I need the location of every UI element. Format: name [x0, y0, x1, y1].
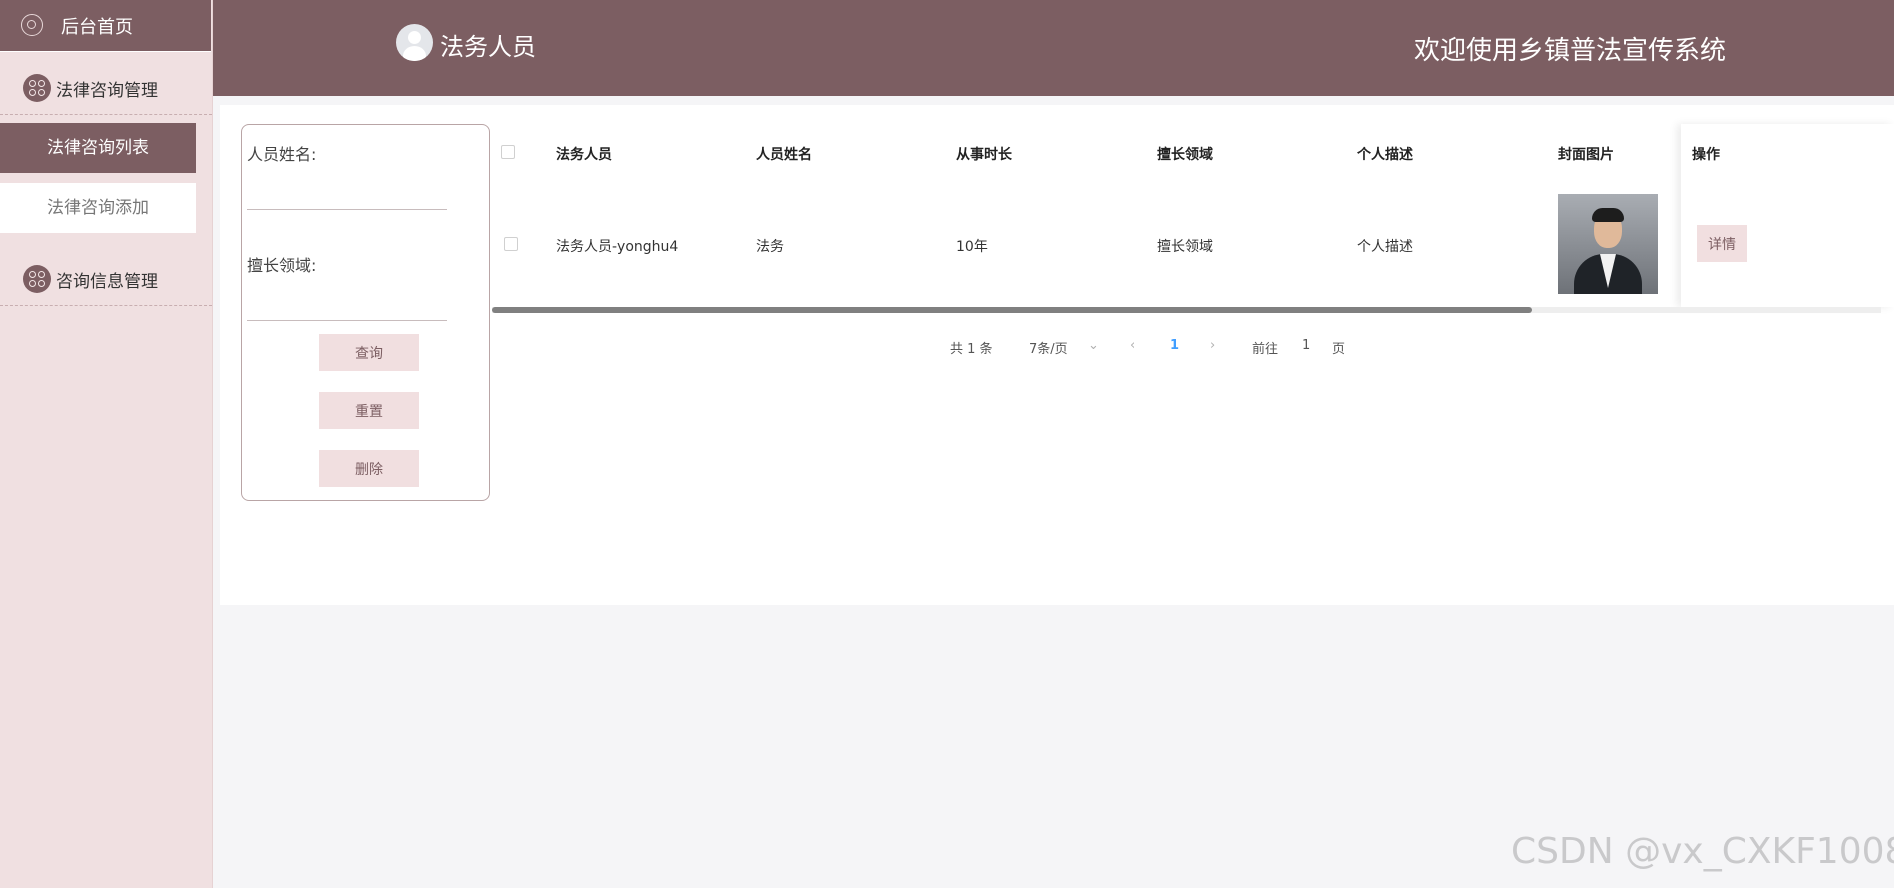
pagination-total: 共 1 条 [950, 342, 993, 357]
sidebar-item-consult-list[interactable]: 法律咨询列表 [0, 123, 196, 173]
detail-button[interactable]: 详情 [1697, 225, 1747, 262]
cell-duration: 10年 [956, 239, 988, 255]
grid-icon [23, 74, 51, 102]
cell-field: 擅长领域 [1157, 239, 1213, 255]
name-label: 人员姓名: [247, 145, 317, 164]
page-number-current[interactable]: 1 [1170, 338, 1179, 353]
column-header: 法务人员 [556, 147, 612, 163]
cell-name: 法务 [756, 239, 784, 255]
sidebar-group-consult-info[interactable]: 咨询信息管理 [0, 249, 212, 306]
operation-column: 操作 详情 [1681, 124, 1894, 307]
field-input[interactable] [247, 290, 447, 321]
page-unit-label: 页 [1332, 342, 1346, 357]
goto-page-input[interactable]: 1 [1302, 338, 1310, 353]
sidebar-group-label: 咨询信息管理 [56, 272, 158, 292]
column-header: 个人描述 [1357, 147, 1413, 163]
column-header: 擅长领域 [1157, 147, 1213, 163]
column-header: 封面图片 [1558, 147, 1614, 163]
select-all-checkbox[interactable] [501, 145, 515, 159]
current-user-name: 法务人员 [440, 33, 536, 61]
goto-label: 前往 [1252, 342, 1279, 357]
watermark: CSDN @vx_CXKF10088 [1511, 831, 1894, 872]
top-header: 法务人员 欢迎使用乡镇普法宣传系统 [213, 0, 1894, 96]
name-input[interactable] [247, 179, 447, 210]
column-header: 人员姓名 [756, 147, 812, 163]
query-button[interactable]: 查询 [319, 334, 419, 371]
cell-staff: 法务人员-yonghu4 [556, 239, 679, 255]
home-icon [21, 14, 43, 36]
sidebar-home[interactable]: 后台首页 [0, 0, 211, 52]
search-panel: 人员姓名: 擅长领域: 查询 重置 删除 [241, 124, 490, 501]
reset-button[interactable]: 重置 [319, 392, 419, 429]
prev-page-icon[interactable]: ‹ [1130, 338, 1135, 353]
column-header: 从事时长 [956, 147, 1012, 163]
avatar-icon[interactable] [396, 24, 433, 61]
sidebar-group-legal-consult[interactable]: 法律咨询管理 [0, 58, 212, 115]
cover-image [1558, 194, 1658, 294]
scrollbar-thumb[interactable] [492, 307, 1532, 313]
sidebar-group-label: 法律咨询管理 [56, 81, 158, 101]
grid-icon [23, 265, 51, 293]
chevron-down-icon[interactable]: ⌄ [1088, 338, 1099, 353]
next-page-icon[interactable]: › [1210, 338, 1215, 353]
row-checkbox[interactable] [504, 237, 518, 251]
sidebar: 后台首页 法律咨询管理 法律咨询列表 法律咨询添加 咨询信息管理 [0, 0, 213, 888]
column-header: 操作 [1692, 147, 1720, 163]
cell-description: 个人描述 [1357, 239, 1413, 255]
table-scrollbar[interactable] [492, 307, 1881, 313]
page-size-select[interactable]: 7条/页 [1029, 338, 1068, 357]
system-title: 欢迎使用乡镇普法宣传系统 [1414, 36, 1727, 66]
field-label: 擅长领域: [247, 256, 317, 275]
sidebar-item-consult-add[interactable]: 法律咨询添加 [0, 183, 196, 233]
sidebar-home-label: 后台首页 [61, 17, 133, 38]
delete-button[interactable]: 删除 [319, 450, 419, 487]
